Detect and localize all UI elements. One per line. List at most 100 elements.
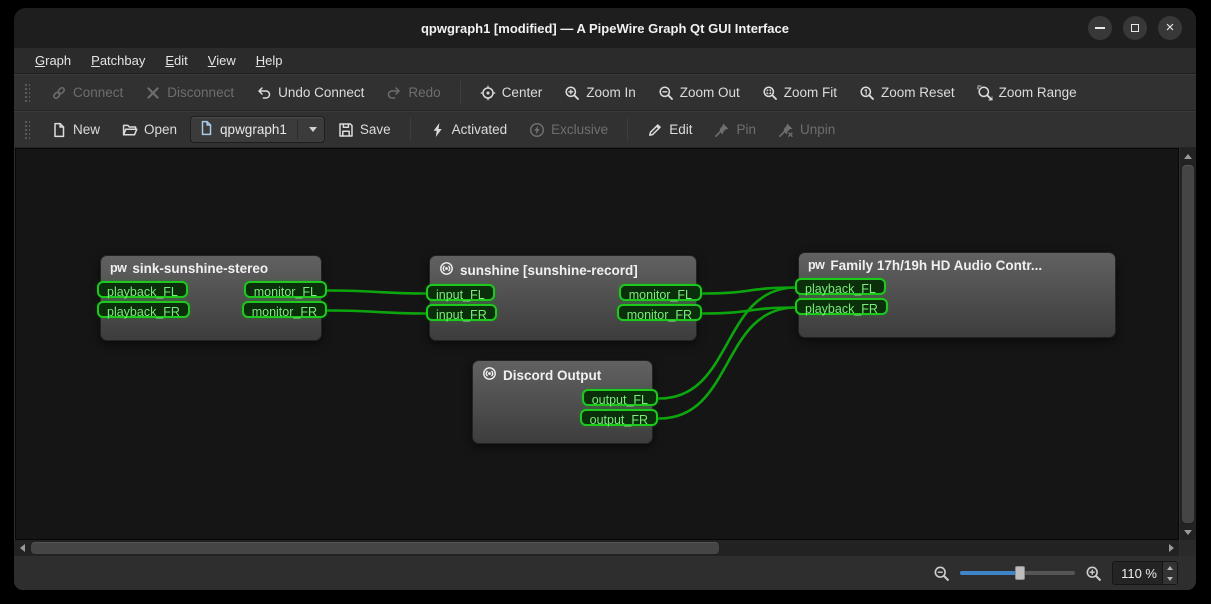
zoom-out-icon[interactable] — [933, 565, 950, 582]
toolbar-button-zoom-reset[interactable]: Zoom Reset — [850, 80, 964, 106]
connection-wire-sunshine-monitor_FR[interactable] — [703, 308, 796, 314]
toolbar-button-undo-connect[interactable]: Undo Connect — [247, 80, 373, 106]
toolbar-button-undo-connect-label: Undo Connect — [278, 85, 364, 100]
toolbar-button-save[interactable]: Save — [329, 117, 400, 143]
graph-canvas[interactable]: pwsink-sunshine-stereoplayback_FLmonitor… — [15, 148, 1179, 540]
port-discord-output-output_FR[interactable]: output_FR — [580, 409, 658, 426]
spin-arrows — [1162, 562, 1177, 584]
toolbar-button-disconnect-label: Disconnect — [167, 85, 234, 100]
toolbar-separator — [460, 81, 461, 104]
vertical-scroll-handle[interactable] — [1182, 165, 1194, 523]
combo-patchbay-name[interactable]: qpwgraph1 — [190, 116, 325, 143]
zoom-slider-fill — [960, 571, 1020, 575]
port-sink-sunshine-stereo-monitor_FL[interactable]: monitor_FL — [244, 281, 327, 298]
node-sunshine[interactable]: sunshine [sunshine-record]input_FLmonito… — [429, 255, 697, 341]
toolbar-button-activated[interactable]: Activated — [421, 117, 517, 143]
vertical-scrollbar[interactable] — [1180, 148, 1196, 540]
port-sink-sunshine-stereo-monitor_FR[interactable]: monitor_FR — [242, 301, 327, 318]
close-icon: × — [1166, 20, 1175, 35]
file-icon — [198, 120, 214, 139]
toolbar-button-zoom-range[interactable]: Zoom Range — [968, 80, 1086, 106]
pin-icon — [714, 122, 730, 138]
node-sink-sunshine-stereo[interactable]: pwsink-sunshine-stereoplayback_FLmonitor… — [100, 255, 322, 341]
port-discord-output-output_FL[interactable]: output_FL — [582, 389, 658, 406]
node-family-audio[interactable]: pwFamily 17h/19h HD Audio Contr...playba… — [798, 252, 1116, 338]
unpin-icon — [778, 122, 794, 138]
toolbar-button-pin[interactable]: Pin — [705, 117, 765, 143]
scroll-right-button[interactable] — [1163, 540, 1179, 556]
toolbar-button-zoom-out[interactable]: Zoom Out — [649, 80, 749, 106]
zoom-in-icon[interactable] — [1085, 565, 1102, 582]
node-title: sunshine [sunshine-record] — [460, 263, 638, 278]
zoom-spinbox[interactable]: 110 % — [1112, 561, 1178, 585]
port-sink-sunshine-stereo-playback_FR[interactable]: playback_FR — [97, 301, 190, 318]
bolt-circle-icon — [529, 122, 545, 138]
toolbar-button-zoom-fit-label: Zoom Fit — [784, 85, 837, 100]
port-sunshine-input_FR[interactable]: input_FR — [426, 304, 497, 321]
toolbar-button-connect[interactable]: Connect — [42, 80, 132, 106]
toolbar-handle[interactable] — [23, 119, 30, 141]
toolbar-button-disconnect[interactable]: Disconnect — [136, 80, 243, 106]
toolbar-button-center-label: Center — [502, 85, 543, 100]
menu-graph[interactable]: Graph — [26, 50, 80, 71]
scroll-up-button[interactable] — [1180, 148, 1196, 164]
toolbar-button-center[interactable]: Center — [471, 80, 552, 106]
port-sunshine-monitor_FR[interactable]: monitor_FR — [617, 304, 702, 321]
toolbar-handle[interactable] — [23, 82, 30, 104]
zoom-fit-icon — [762, 85, 778, 101]
port-sunshine-monitor_FL[interactable]: monitor_FL — [619, 284, 702, 301]
bolt-icon — [430, 122, 446, 138]
port-sink-sunshine-stereo-playback_FL[interactable]: playback_FL — [97, 281, 188, 298]
port-family-audio-playback_FR[interactable]: playback_FR — [795, 298, 888, 315]
toolbar-button-exclusive[interactable]: Exclusive — [520, 117, 617, 143]
node-discord-output[interactable]: Discord Outputoutput_FLoutput_FR — [472, 360, 653, 444]
menu-patchbay[interactable]: Patchbay — [82, 50, 154, 71]
scroll-left-button[interactable] — [14, 540, 30, 556]
combo-divider — [297, 120, 298, 139]
zoom-slider[interactable] — [960, 565, 1075, 581]
port-family-audio-playback_FL[interactable]: playback_FL — [795, 278, 886, 295]
toolbar-button-exclusive-label: Exclusive — [551, 122, 608, 137]
port-sunshine-input_FL[interactable]: input_FL — [426, 284, 495, 301]
maximize-button[interactable] — [1123, 16, 1147, 40]
horizontal-scrollbar[interactable] — [14, 540, 1179, 556]
toolbar-button-zoom-fit[interactable]: Zoom Fit — [753, 80, 846, 106]
toolbar-button-open[interactable]: Open — [113, 117, 186, 143]
toolbar-button-open-label: Open — [144, 122, 177, 137]
toolbar-button-edit[interactable]: Edit — [638, 117, 701, 143]
spin-up-button[interactable] — [1163, 562, 1177, 573]
toolbar-button-unpin[interactable]: Unpin — [769, 117, 844, 143]
pipewire-icon: pw — [110, 261, 126, 275]
connection-wire-sunshine-monitor_FL[interactable] — [703, 288, 796, 294]
zoom-slider-handle[interactable] — [1015, 566, 1025, 580]
undo-icon — [256, 85, 272, 101]
scroll-down-button[interactable] — [1180, 524, 1196, 540]
redo-icon — [386, 85, 402, 101]
arrow-down-icon — [1184, 530, 1192, 535]
arrow-right-icon — [1169, 544, 1174, 552]
center-icon — [480, 85, 496, 101]
horizontal-scroll-handle[interactable] — [31, 542, 719, 554]
minimize-button[interactable] — [1088, 16, 1112, 40]
statusbar: 110 % — [14, 556, 1196, 590]
menubar: GraphPatchbayEditViewHelp — [14, 48, 1196, 74]
toolbar-button-zoom-range-label: Zoom Range — [999, 85, 1077, 100]
connection-wire-sink-sunshine-stereo-monitor_FL[interactable] — [328, 291, 427, 294]
connection-wire-sink-sunshine-stereo-monitor_FR[interactable] — [328, 311, 427, 314]
menu-view[interactable]: View — [199, 50, 245, 71]
close-button[interactable]: × — [1158, 16, 1182, 40]
toolbar-button-redo[interactable]: Redo — [377, 80, 449, 106]
desktop-background: qpwgraph1 [modified] — A PipeWire Graph … — [0, 0, 1211, 604]
toolbar-button-zoom-in[interactable]: Zoom In — [555, 80, 645, 106]
toolbar-button-new-label: New — [73, 122, 100, 137]
titlebar[interactable]: qpwgraph1 [modified] — A PipeWire Graph … — [14, 8, 1196, 48]
spin-down-button[interactable] — [1163, 573, 1177, 584]
menu-help[interactable]: Help — [247, 50, 292, 71]
open-icon — [122, 122, 138, 138]
toolbar-button-pin-label: Pin — [736, 122, 756, 137]
toolbar-button-new[interactable]: New — [42, 117, 109, 143]
toolbar-button-zoom-reset-label: Zoom Reset — [881, 85, 955, 100]
canvas-area: pwsink-sunshine-stereoplayback_FLmonitor… — [14, 148, 1196, 556]
combo-patchbay-name-label: qpwgraph1 — [220, 122, 287, 137]
menu-edit[interactable]: Edit — [156, 50, 196, 71]
